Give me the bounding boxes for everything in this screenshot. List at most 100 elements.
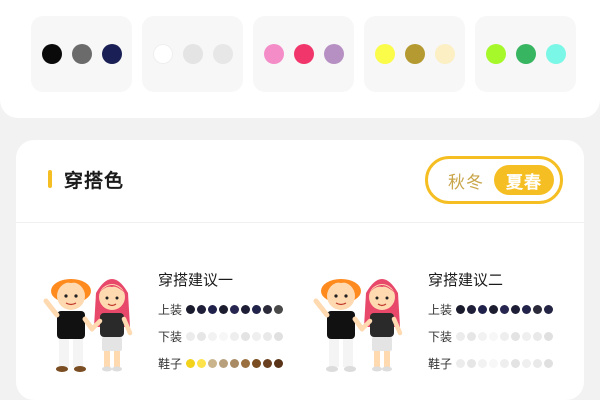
color-dot bbox=[252, 304, 261, 314]
color-dot bbox=[489, 304, 498, 314]
color-dot bbox=[219, 331, 228, 341]
bottom-label: 下装 bbox=[158, 329, 183, 344]
color-dot bbox=[186, 331, 195, 341]
color-dot bbox=[208, 304, 217, 314]
outfit-color-panel: 穿搭色 秋冬 夏春 穿搭建议一 上装 下装 鞋子 穿搭建议二 上装 下装 鞋子 bbox=[16, 140, 584, 400]
bottom-colors-row: 下装 bbox=[158, 328, 283, 344]
couple-illustration bbox=[313, 279, 403, 372]
color-dot bbox=[230, 304, 239, 314]
color-swatch bbox=[152, 44, 173, 64]
color-swatch bbox=[323, 44, 344, 64]
color-dot bbox=[219, 358, 228, 368]
color-swatch bbox=[182, 44, 203, 64]
color-dot bbox=[197, 304, 206, 314]
color-dots bbox=[186, 358, 283, 368]
color-dot bbox=[274, 358, 283, 368]
color-swatch bbox=[212, 44, 233, 64]
color-dot bbox=[522, 331, 531, 341]
color-dot bbox=[533, 358, 542, 368]
color-dot bbox=[500, 304, 509, 314]
color-dot bbox=[511, 331, 520, 341]
season-toggle[interactable]: 秋冬 夏春 bbox=[425, 156, 563, 204]
color-dot bbox=[511, 358, 520, 368]
color-dot bbox=[500, 358, 509, 368]
palette-card-4[interactable] bbox=[364, 16, 465, 92]
color-dot bbox=[522, 358, 531, 368]
color-dot bbox=[241, 304, 250, 314]
color-swatch bbox=[263, 44, 284, 64]
color-dot bbox=[230, 358, 239, 368]
title-accent-bar bbox=[48, 170, 52, 188]
top-label: 上装 bbox=[428, 302, 453, 317]
palette-panel bbox=[0, 0, 600, 118]
color-dot bbox=[252, 331, 261, 341]
season-option-summer-spring[interactable]: 夏春 bbox=[494, 165, 554, 195]
color-dot bbox=[478, 304, 487, 314]
palette-card-3[interactable] bbox=[253, 16, 354, 92]
shoe-colors-row: 鞋子 bbox=[428, 355, 553, 371]
color-dot bbox=[533, 304, 542, 314]
suggestion-title: 穿搭建议二 bbox=[428, 271, 504, 289]
color-swatch bbox=[374, 44, 395, 64]
section-title: 穿搭色 bbox=[64, 170, 125, 192]
shoes-label: 鞋子 bbox=[158, 356, 183, 371]
color-dot bbox=[263, 358, 272, 368]
color-swatch bbox=[434, 44, 455, 64]
color-dot bbox=[197, 358, 206, 368]
color-dot bbox=[186, 304, 195, 314]
palette-card-2[interactable] bbox=[142, 16, 243, 92]
color-dot bbox=[511, 304, 520, 314]
top-colors-row: 上装 bbox=[428, 301, 553, 317]
palette-row bbox=[31, 16, 576, 92]
shoes-label: 鞋子 bbox=[428, 356, 453, 371]
color-dot bbox=[274, 304, 283, 314]
color-dot bbox=[478, 358, 487, 368]
color-dot bbox=[230, 331, 239, 341]
color-dot bbox=[522, 304, 531, 314]
color-dot bbox=[500, 331, 509, 341]
color-swatch bbox=[71, 44, 92, 64]
section-header: 穿搭色 秋冬 夏春 bbox=[16, 140, 584, 222]
palette-card-1[interactable] bbox=[31, 16, 132, 92]
color-dot bbox=[208, 331, 217, 341]
color-dot bbox=[197, 331, 206, 341]
color-dot bbox=[489, 358, 498, 368]
color-dot bbox=[241, 331, 250, 341]
color-dot bbox=[467, 358, 476, 368]
season-option-autumn-winter[interactable]: 秋冬 bbox=[436, 165, 496, 195]
color-swatch bbox=[485, 44, 506, 64]
color-dot bbox=[489, 331, 498, 341]
color-dot bbox=[252, 358, 261, 368]
color-dot bbox=[533, 331, 542, 341]
color-dots bbox=[456, 304, 553, 314]
color-swatch bbox=[293, 44, 314, 64]
color-dots bbox=[456, 358, 553, 368]
color-swatch bbox=[101, 44, 122, 64]
color-dots bbox=[456, 331, 553, 341]
top-colors-row: 上装 bbox=[158, 301, 283, 317]
color-dot bbox=[241, 358, 250, 368]
girl-figure bbox=[359, 279, 403, 372]
color-swatch bbox=[545, 44, 566, 64]
color-dot bbox=[456, 304, 465, 314]
color-dot bbox=[544, 331, 553, 341]
color-dot bbox=[263, 331, 272, 341]
color-dot bbox=[467, 331, 476, 341]
color-dot bbox=[544, 304, 553, 314]
color-dot bbox=[263, 304, 272, 314]
suggestion-card-2[interactable]: 穿搭建议二 上装 下装 鞋子 bbox=[310, 223, 570, 400]
girl-figure bbox=[89, 279, 133, 372]
color-dots bbox=[186, 331, 283, 341]
color-dot bbox=[478, 331, 487, 341]
suggestions-list: 穿搭建议一 上装 下装 鞋子 穿搭建议二 上装 下装 鞋子 bbox=[16, 222, 584, 400]
color-dots bbox=[186, 304, 283, 314]
boy-figure bbox=[43, 279, 95, 372]
color-dot bbox=[456, 331, 465, 341]
suggestion-card-1[interactable]: 穿搭建议一 上装 下装 鞋子 bbox=[40, 223, 300, 400]
bottom-colors-row: 下装 bbox=[428, 328, 553, 344]
boy-figure bbox=[313, 279, 365, 372]
palette-card-5[interactable] bbox=[475, 16, 576, 92]
shoe-colors-row: 鞋子 bbox=[158, 355, 283, 371]
couple-illustration bbox=[43, 279, 133, 372]
color-dot bbox=[274, 331, 283, 341]
